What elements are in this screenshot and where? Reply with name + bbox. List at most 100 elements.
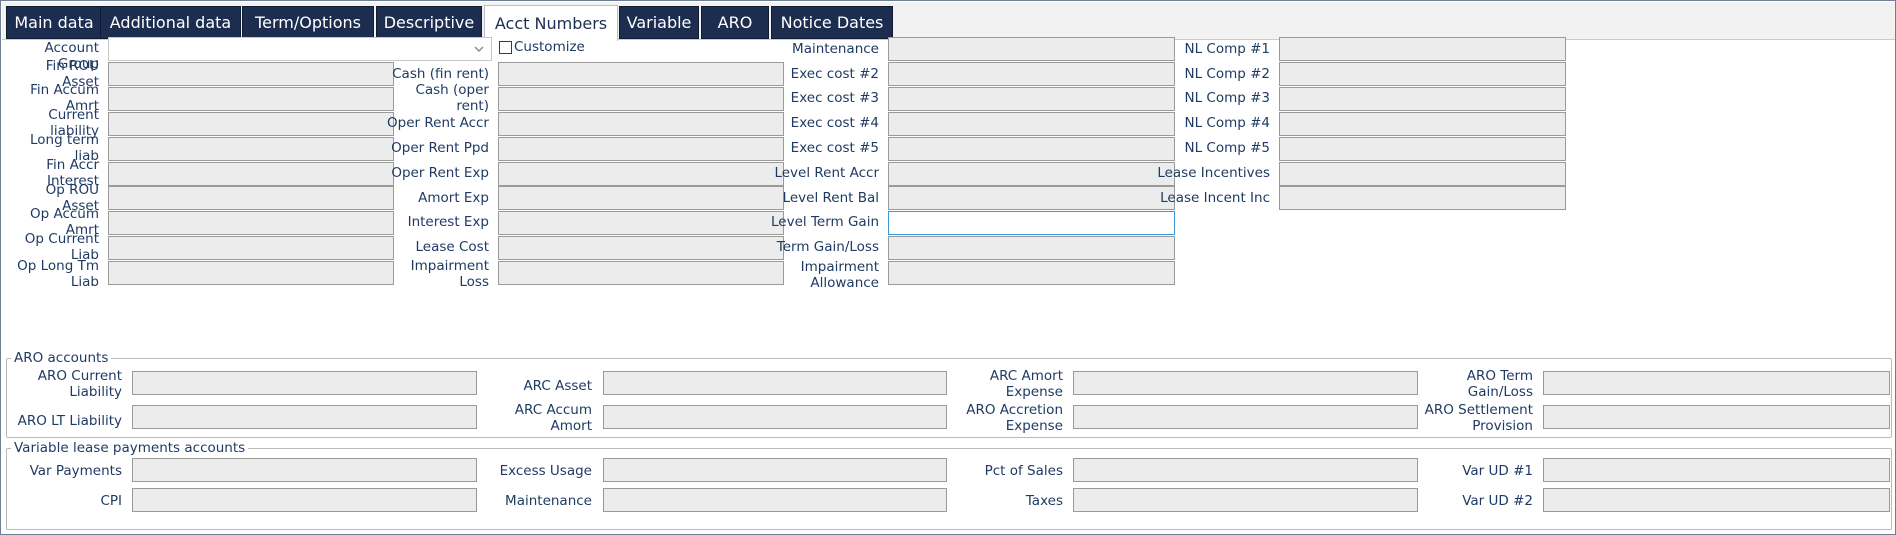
tab-term-options[interactable]: Term/Options (242, 6, 374, 39)
lease-incent-inc-field[interactable] (1279, 186, 1566, 210)
maintenance-variable-label: Maintenance (505, 493, 592, 509)
cpi-label: CPI (100, 493, 122, 509)
account-group-select[interactable] (108, 37, 492, 61)
aro-settlement-provision-field[interactable] (1543, 405, 1890, 429)
variable-lease-payments-title: Variable lease payments accounts (11, 440, 249, 456)
arc-accum-amort-field[interactable] (603, 405, 947, 429)
aro-accounts-title: ARO accounts (11, 350, 112, 366)
cash-oper-rent-label: Cash (oper rent) (415, 82, 489, 114)
aro-accretion-expense-field[interactable] (1073, 405, 1418, 429)
term-gain-loss-label: Term Gain/Loss (776, 239, 879, 255)
interest-exp-label: Interest Exp (407, 214, 489, 230)
maintenance-field[interactable] (888, 37, 1175, 61)
exec-cost-5-field[interactable] (888, 137, 1175, 161)
impairment-allowance-field[interactable] (888, 261, 1175, 285)
nl-comp-1-field[interactable] (1279, 37, 1566, 61)
amort-exp-label: Amort Exp (418, 190, 489, 206)
term-gain-loss-field[interactable] (888, 236, 1175, 260)
current-liability-field[interactable] (108, 112, 394, 136)
oper-rent-ppd-label: Oper Rent Ppd (391, 140, 489, 156)
cash-oper-rent-field[interactable] (498, 87, 784, 111)
exec-cost-2-field[interactable] (888, 62, 1175, 86)
oper-rent-exp-field[interactable] (498, 162, 784, 186)
nl-comp-2-field[interactable] (1279, 62, 1566, 86)
arc-amort-expense-field[interactable] (1073, 371, 1418, 395)
excess-usage-label: Excess Usage (499, 463, 592, 479)
oper-rent-ppd-field[interactable] (498, 137, 784, 161)
pct-of-sales-label: Pct of Sales (984, 463, 1063, 479)
oper-rent-exp-label: Oper Rent Exp (391, 165, 489, 181)
oper-rent-accr-label: Oper Rent Accr (387, 115, 489, 131)
level-rent-bal-field[interactable] (888, 186, 1175, 210)
aro-current-liability-label: ARO Current Liability (37, 368, 122, 400)
exec-cost-4-field[interactable] (888, 112, 1175, 136)
level-term-gain-field[interactable] (888, 211, 1175, 235)
tab-aro[interactable]: ARO (701, 6, 769, 39)
nl-comp-4-label: NL Comp #4 (1184, 115, 1270, 131)
pct-of-sales-field[interactable] (1073, 458, 1418, 482)
tab-acct-numbers[interactable]: Acct Numbers (484, 5, 618, 41)
nl-comp-2-label: NL Comp #2 (1184, 66, 1270, 82)
exec-cost-3-field[interactable] (888, 87, 1175, 111)
maintenance-label: Maintenance (792, 41, 879, 57)
nl-comp-1-label: NL Comp #1 (1184, 41, 1270, 57)
lease-cost-label: Lease Cost (415, 239, 489, 255)
nl-comp-5-field[interactable] (1279, 137, 1566, 161)
lease-cost-field[interactable] (498, 236, 784, 260)
fin-accr-interest-field[interactable] (108, 162, 394, 186)
nl-comp-5-label: NL Comp #5 (1184, 140, 1270, 156)
aro-lt-liability-field[interactable] (132, 405, 477, 429)
var-ud-1-field[interactable] (1543, 458, 1890, 482)
level-rent-accr-field[interactable] (888, 162, 1175, 186)
op-long-tm-liab-field[interactable] (108, 261, 394, 285)
var-payments-field[interactable] (132, 458, 477, 482)
tab-additional-data[interactable]: Additional data (100, 6, 241, 39)
impairment-loss-field[interactable] (498, 261, 784, 285)
lease-incentives-field[interactable] (1279, 162, 1566, 186)
nl-comp-3-field[interactable] (1279, 87, 1566, 111)
op-rou-asset-field[interactable] (108, 186, 394, 210)
nl-comp-4-field[interactable] (1279, 112, 1566, 136)
lease-incentives-label: Lease Incentives (1157, 165, 1270, 181)
long-term-liab-label: Long term liab (29, 132, 99, 164)
fin-accum-amrt-field[interactable] (108, 87, 394, 111)
arc-accum-amort-label: ARC Accum Amort (514, 402, 592, 434)
aro-accretion-expense-label: ARO Accretion Expense (966, 402, 1063, 434)
long-term-liab-field[interactable] (108, 137, 394, 161)
tab-descriptive[interactable]: Descriptive (376, 6, 482, 39)
interest-exp-field[interactable] (498, 211, 784, 235)
var-ud-1-label: Var UD #1 (1462, 463, 1533, 479)
aro-term-gain-loss-field[interactable] (1543, 371, 1890, 395)
op-current-liab-label: Op Current Liab (24, 231, 99, 263)
tab-variable[interactable]: Variable (619, 6, 699, 39)
arc-asset-field[interactable] (603, 371, 947, 395)
taxes-field[interactable] (1073, 488, 1418, 512)
fin-rou-asset-label: Fin ROU Asset (45, 58, 99, 90)
excess-usage-field[interactable] (603, 458, 947, 482)
amort-exp-field[interactable] (498, 186, 784, 210)
fin-rou-asset-field[interactable] (108, 62, 394, 86)
exec-cost-2-label: Exec cost #2 (790, 66, 879, 82)
maintenance-variable-field[interactable] (603, 488, 947, 512)
var-ud-2-field[interactable] (1543, 488, 1890, 512)
arc-asset-label: ARC Asset (523, 378, 592, 394)
aro-lt-liability-label: ARO LT Liability (17, 413, 122, 429)
aro-term-gain-loss-label: ARO Term Gain/Loss (1466, 368, 1533, 400)
oper-rent-accr-field[interactable] (498, 112, 784, 136)
op-accum-amrt-field[interactable] (108, 211, 394, 235)
fin-accum-amrt-label: Fin Accum Amrt (30, 82, 99, 114)
op-long-tm-liab-label: Op Long Tm Liab (17, 258, 99, 290)
aro-current-liability-field[interactable] (132, 371, 477, 395)
op-rou-asset-label: Op ROU Asset (45, 182, 99, 214)
exec-cost-5-label: Exec cost #5 (790, 140, 879, 156)
tab-notice-dates[interactable]: Notice Dates (771, 6, 893, 39)
arc-amort-expense-label: ARC Amort Expense (989, 368, 1063, 400)
var-payments-label: Var Payments (29, 463, 122, 479)
cpi-field[interactable] (132, 488, 477, 512)
taxes-label: Taxes (1025, 493, 1063, 509)
current-liability-label: Current liability (48, 107, 99, 139)
tab-main-data[interactable]: Main data (6, 6, 102, 39)
customize-checkbox[interactable] (499, 41, 512, 54)
op-current-liab-field[interactable] (108, 236, 394, 260)
cash-fin-rent-field[interactable] (498, 62, 784, 86)
